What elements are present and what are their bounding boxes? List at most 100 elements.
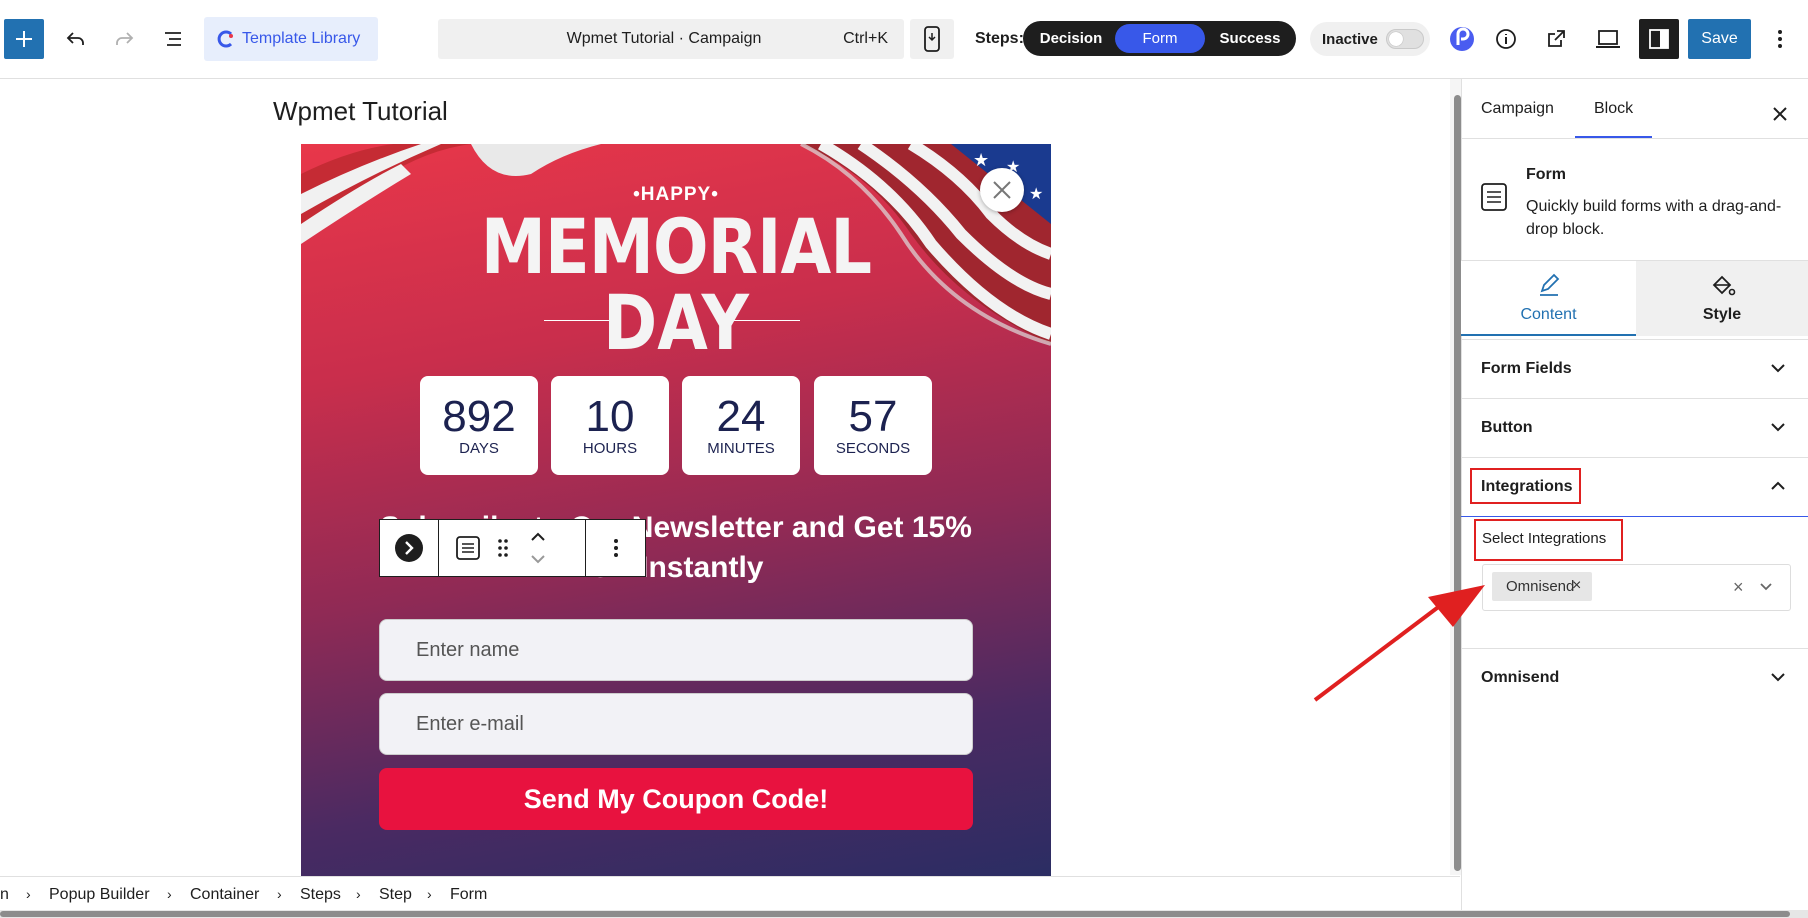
mobile-device-icon (924, 26, 940, 52)
list-view-icon (165, 32, 181, 46)
command-palette-bar[interactable]: Wpmet Tutorial · Campaign Ctrl+K (438, 19, 904, 59)
block-type-button[interactable] (448, 520, 488, 576)
countdown-seconds: 57 SECONDS (814, 376, 932, 475)
step-decision[interactable]: Decision (1029, 24, 1113, 53)
chevron-up-icon (531, 532, 545, 541)
chevron-down-icon (531, 555, 545, 564)
chip-label: Omnisend (1506, 578, 1575, 595)
svg-text:★: ★ (973, 150, 989, 170)
panel-title: Form Fields (1481, 360, 1572, 377)
panel-button[interactable]: Button (1461, 398, 1808, 457)
desktop-preview-button[interactable] (1588, 19, 1628, 59)
pencil-icon (1540, 273, 1560, 296)
steps-switcher: Decision Form Success (1023, 21, 1296, 56)
breadcrumb-item[interactable]: Popup Builder (49, 886, 150, 904)
steps-label: Steps: (975, 30, 1024, 47)
countdown-minutes: 24 MINUTES (682, 376, 800, 475)
chevron-down-icon (1771, 364, 1785, 373)
info-icon (1496, 29, 1516, 49)
email-input[interactable] (380, 694, 972, 754)
selected-integration-chip: Omnisend × (1492, 572, 1592, 601)
device-preview-button[interactable] (910, 19, 954, 59)
popup-builder-logo-icon (1450, 27, 1474, 51)
close-sidebar-button[interactable] (1762, 96, 1798, 132)
template-library-icon (217, 30, 233, 48)
chevron-down-icon[interactable] (1759, 582, 1773, 592)
template-library-button[interactable]: Template Library (204, 17, 378, 61)
breadcrumb: n › Popup Builder › Container › Steps › … (0, 876, 1460, 911)
chevron-right-circle-icon (395, 534, 423, 562)
breadcrumb-item[interactable]: Steps (300, 886, 341, 904)
select-parent-button[interactable] (380, 520, 438, 576)
integrations-select[interactable]: Omnisend × × (1482, 564, 1791, 611)
options-menu-button[interactable] (1762, 19, 1798, 59)
step-success[interactable]: Success (1208, 24, 1292, 53)
chevron-down-icon (1771, 673, 1785, 682)
template-library-label: Template Library (242, 30, 361, 47)
form-block-icon (1480, 182, 1508, 212)
tab-style-label: Style (1702, 306, 1742, 323)
tab-content[interactable]: Content (1461, 261, 1636, 336)
countdown-label: SECONDS (835, 440, 911, 457)
submit-button[interactable]: Send My Coupon Code! (379, 768, 973, 830)
breadcrumb-item[interactable]: Step (379, 886, 412, 904)
view-external-button[interactable] (1536, 19, 1576, 59)
panel-form-fields[interactable]: Form Fields (1461, 339, 1808, 398)
email-field[interactable] (379, 693, 973, 755)
scrollbar-thumb[interactable] (1454, 95, 1461, 871)
form-block-icon (456, 536, 480, 560)
undo-icon (66, 32, 84, 45)
move-down-button[interactable] (520, 548, 556, 572)
drag-handle-icon (498, 539, 508, 557)
popup-title-day: DAY (603, 278, 749, 367)
add-block-button[interactable] (4, 19, 44, 59)
tab-campaign[interactable]: Campaign (1481, 100, 1554, 118)
tab-block[interactable]: Block (1594, 100, 1633, 118)
settings-sidebar-toggle[interactable] (1639, 19, 1679, 59)
document-overview-button[interactable] (154, 19, 194, 59)
step-form[interactable]: Form (1115, 24, 1205, 53)
drag-handle[interactable] (488, 520, 518, 576)
save-button[interactable]: Save (1688, 19, 1751, 59)
external-link-icon (1548, 30, 1565, 47)
breadcrumb-item[interactable]: Container (190, 886, 259, 904)
top-toolbar: Template Library Wpmet Tutorial · Campai… (0, 0, 1808, 79)
chevron-right-icon: › (356, 886, 361, 902)
breadcrumb-item[interactable]: Form (450, 886, 487, 904)
clear-selection-icon[interactable]: × (1733, 577, 1744, 598)
highlight-box (1470, 468, 1581, 504)
remove-chip-icon[interactable]: × (1572, 577, 1581, 595)
scrollbar-thumb[interactable] (0, 911, 1790, 917)
block-options-button[interactable] (586, 520, 646, 576)
name-field[interactable] (379, 619, 973, 681)
undo-button[interactable] (56, 19, 96, 59)
block-toolbar (379, 519, 646, 577)
tab-content-label: Content (1520, 306, 1577, 323)
details-button[interactable] (1486, 19, 1526, 59)
panel-omnisend[interactable]: Omnisend (1461, 648, 1808, 707)
paint-bucket-icon (1712, 275, 1736, 296)
sidebar-icon (1649, 29, 1669, 49)
chevron-right-icon: › (167, 886, 172, 902)
name-input[interactable] (380, 620, 972, 680)
chevron-right-icon: › (277, 886, 282, 902)
more-vertical-icon (1778, 30, 1782, 48)
countdown-days: 892 DAYS (420, 376, 538, 475)
breadcrumb-item[interactable]: n (0, 886, 9, 904)
horizontal-scrollbar[interactable] (0, 910, 1808, 918)
status-toggle[interactable] (1386, 29, 1424, 49)
chevron-down-icon (1771, 423, 1785, 432)
highlight-box (1474, 519, 1623, 561)
chevron-up-icon (1771, 481, 1785, 490)
popup-builder-button[interactable] (1442, 19, 1482, 59)
toolbar-separator (438, 520, 439, 576)
countdown-label: MINUTES (707, 440, 775, 457)
redo-button[interactable] (104, 19, 144, 59)
close-icon (1773, 107, 1787, 121)
countdown-value: 57 (848, 392, 898, 441)
tab-style[interactable]: Style (1636, 261, 1808, 336)
page-title[interactable]: Wpmet Tutorial (273, 96, 448, 127)
countdown-value: 892 (442, 392, 516, 441)
move-up-button[interactable] (520, 524, 556, 548)
status-label: Inactive (1322, 31, 1378, 48)
